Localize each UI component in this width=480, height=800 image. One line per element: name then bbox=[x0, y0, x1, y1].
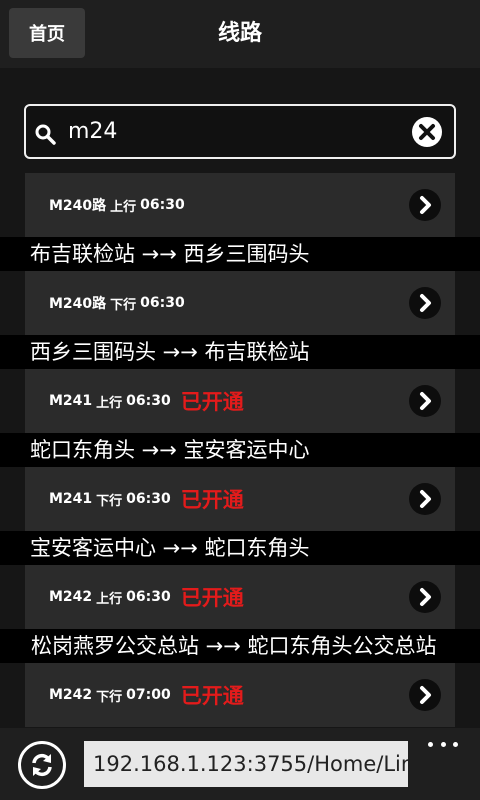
route-direction: 上行 bbox=[96, 591, 123, 607]
dot bbox=[440, 741, 446, 747]
more-icon[interactable] bbox=[428, 732, 458, 756]
status-badge: 已开通 bbox=[180, 488, 244, 512]
route-card[interactable]: M241 上行 06:30 已开通 bbox=[25, 369, 455, 433]
route-path: 蛇口东角头 →→ 宝安客运中心 bbox=[0, 433, 480, 467]
route-card[interactable]: M242 下行 07:00 已开通 bbox=[25, 663, 455, 727]
clear-icon[interactable] bbox=[412, 117, 442, 147]
address-bar[interactable]: 192.168.1.123:3755/Home/Line bbox=[84, 741, 408, 787]
route-path: 西乡三围码头 →→ 布吉联检站 bbox=[0, 335, 480, 369]
route-card[interactable]: M242 上行 06:30 已开通 bbox=[25, 565, 455, 629]
dot bbox=[453, 741, 458, 747]
refresh-icon bbox=[32, 753, 52, 777]
route-code: M241 bbox=[49, 393, 93, 409]
refresh-button[interactable] bbox=[18, 741, 66, 789]
search-icon bbox=[35, 124, 56, 145]
list-item: M242 下行 07:00 已开通 bbox=[0, 663, 480, 727]
route-direction: 下行 bbox=[110, 297, 137, 313]
route-code: M242 bbox=[49, 589, 93, 605]
list-item: M242 上行 06:30 已开通 松岗燕罗公交总站 →→ 蛇口东角头公交总站 bbox=[0, 565, 480, 663]
search-value[interactable]: m24 bbox=[68, 106, 117, 157]
browser-bottom-bar: 192.168.1.123:3755/Home/Line bbox=[0, 728, 480, 800]
home-button[interactable]: 首页 bbox=[9, 8, 85, 58]
list-item: M241 上行 06:30 已开通 蛇口东角头 →→ 宝安客运中心 bbox=[0, 369, 480, 467]
status-badge: 已开通 bbox=[180, 390, 244, 414]
route-card[interactable]: M240路 下行 06:30 bbox=[25, 271, 455, 335]
chevron-right-icon[interactable] bbox=[409, 189, 441, 221]
chevron-right-icon[interactable] bbox=[409, 385, 441, 417]
route-name: M241 下行 06:30 已开通 bbox=[49, 467, 244, 531]
list-item: M240路 下行 06:30 西乡三围码头 →→ 布吉联检站 bbox=[0, 271, 480, 369]
route-code: M241 bbox=[49, 491, 93, 507]
route-time: 06:30 bbox=[140, 197, 185, 213]
route-time: 06:30 bbox=[126, 589, 171, 605]
route-code: M240路 bbox=[49, 198, 107, 214]
route-time: 06:30 bbox=[140, 295, 185, 311]
route-path: 松岗燕罗公交总站 →→ 蛇口东角头公交总站 bbox=[0, 629, 480, 663]
list-item: M240路 上行 06:30 布吉联检站 →→ 西乡三围码头 bbox=[0, 173, 480, 271]
route-name: M242 下行 07:00 已开通 bbox=[49, 663, 244, 727]
route-time: 06:30 bbox=[126, 491, 171, 507]
chevron-right-icon[interactable] bbox=[409, 287, 441, 319]
route-card[interactable]: M240路 上行 06:30 bbox=[25, 173, 455, 237]
route-direction: 上行 bbox=[110, 199, 137, 215]
route-time: 07:00 bbox=[126, 687, 171, 703]
route-name: M240路 下行 06:30 bbox=[49, 271, 185, 335]
route-direction: 下行 bbox=[96, 493, 123, 509]
chevron-right-icon[interactable] bbox=[409, 581, 441, 613]
route-path: 宝安客运中心 →→ 蛇口东角头 bbox=[0, 531, 480, 565]
route-code: M242 bbox=[49, 687, 93, 703]
route-name: M241 上行 06:30 已开通 bbox=[49, 369, 244, 433]
chevron-right-icon[interactable] bbox=[409, 679, 441, 711]
app-header: 首页 线路 bbox=[0, 0, 480, 68]
route-list: M240路 上行 06:30 布吉联检站 →→ 西乡三围码头 M240路 下行 … bbox=[0, 173, 480, 727]
route-path: 布吉联检站 →→ 西乡三围码头 bbox=[0, 237, 480, 271]
route-name: M240路 上行 06:30 bbox=[49, 173, 185, 237]
search-input[interactable]: m24 bbox=[24, 104, 456, 159]
route-code: M240路 bbox=[49, 296, 107, 312]
status-badge: 已开通 bbox=[180, 684, 244, 708]
route-direction: 下行 bbox=[96, 689, 123, 705]
route-card[interactable]: M241 下行 06:30 已开通 bbox=[25, 467, 455, 531]
status-badge: 已开通 bbox=[180, 586, 244, 610]
main-content: m24 M240路 上行 06:30 布吉联检站 →→ 西乡三围码头 M240路… bbox=[0, 68, 480, 728]
list-item: M241 下行 06:30 已开通 宝安客运中心 →→ 蛇口东角头 bbox=[0, 467, 480, 565]
dot bbox=[428, 741, 433, 747]
route-time: 06:30 bbox=[126, 393, 171, 409]
route-name: M242 上行 06:30 已开通 bbox=[49, 565, 244, 629]
chevron-right-icon[interactable] bbox=[409, 483, 441, 515]
route-direction: 上行 bbox=[96, 395, 123, 411]
